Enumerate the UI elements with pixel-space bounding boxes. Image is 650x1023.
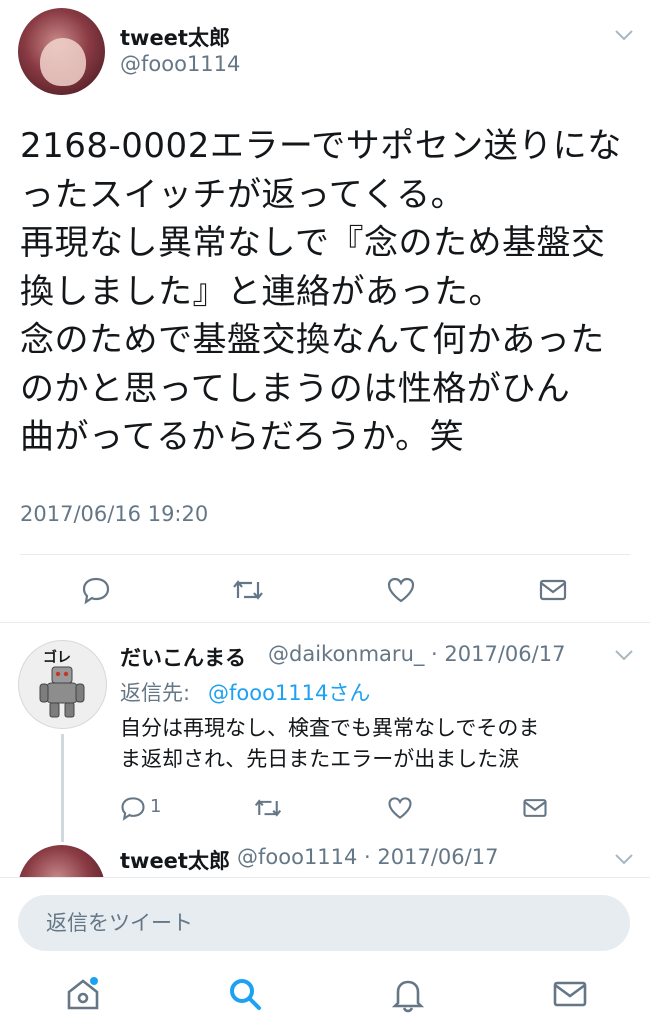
chevron-down-icon[interactable]: [614, 26, 634, 47]
replying-to-label: 返信先:: [120, 681, 191, 705]
heart-icon[interactable]: [385, 574, 417, 606]
home-icon[interactable]: [63, 974, 103, 1014]
divider: [0, 622, 650, 623]
replying-to-handle[interactable]: @fooo1114さん: [208, 677, 370, 707]
robot-illustration: [39, 666, 85, 718]
author-display-name[interactable]: tweet太郎: [120, 22, 230, 52]
search-icon[interactable]: [225, 974, 265, 1014]
tweet-text: 2168-0002エラーでサポセン送りにな ったスイッチが返ってくる。 再現なし…: [20, 126, 622, 457]
next-author-name[interactable]: tweet太郎: [120, 845, 230, 875]
chevron-down-icon[interactable]: [614, 850, 634, 871]
tweet-timestamp: 2017/06/16 19:20: [20, 502, 209, 526]
messages-icon[interactable]: [550, 974, 590, 1014]
mail-icon[interactable]: [537, 574, 569, 606]
author-handle[interactable]: @fooo1114: [120, 52, 240, 76]
chevron-down-icon[interactable]: [614, 646, 634, 667]
divider: [20, 554, 630, 555]
reply-icon[interactable]: [80, 574, 112, 606]
thread-line: [61, 734, 64, 842]
reply-count: 1: [150, 796, 162, 817]
notifications-icon[interactable]: [388, 974, 428, 1014]
reply-handle-date[interactable]: @daikonmaru_ · 2017/06/17: [268, 642, 565, 666]
next-author-avatar-clip: [18, 845, 105, 877]
reply-text: 自分は再現なし、検査でも異常なしでそのま ま返却され、先日またエラーが出ました涙: [120, 716, 540, 771]
author-avatar[interactable]: [18, 8, 105, 95]
reply-author-name[interactable]: だいこんまる: [120, 642, 246, 672]
reply-icon[interactable]: [119, 794, 147, 822]
bottom-tab-bar: [0, 960, 650, 1022]
next-author-avatar[interactable]: [18, 845, 105, 877]
retweet-icon[interactable]: [230, 574, 266, 606]
mail-icon[interactable]: [521, 794, 549, 822]
heart-icon[interactable]: [386, 794, 414, 822]
reply-composer-input[interactable]: 返信をツイート: [18, 895, 630, 951]
reply-author-avatar[interactable]: ゴレ: [18, 640, 107, 729]
retweet-icon[interactable]: [252, 794, 284, 822]
next-handle-date[interactable]: @fooo1114 · 2017/06/17: [237, 845, 498, 869]
